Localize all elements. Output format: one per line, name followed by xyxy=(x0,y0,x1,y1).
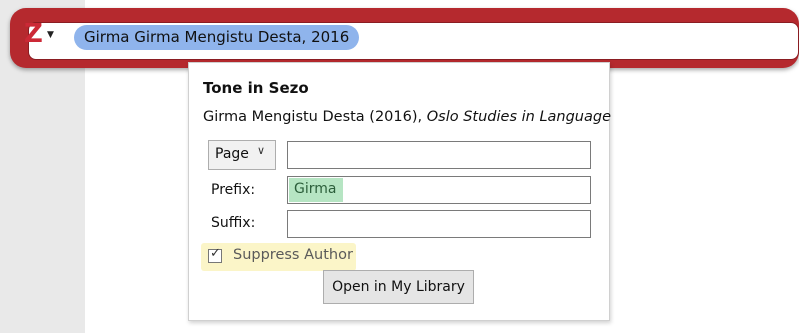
item-title: Tone in Sezo xyxy=(203,79,309,97)
open-in-library-button[interactable]: Open in My Library xyxy=(323,270,474,304)
citation-journal: Oslo Studies in Language xyxy=(426,109,612,125)
citation-bubble[interactable]: Girma Girma Mengistu Desta, 2016 xyxy=(74,25,360,50)
caret-down-icon: ▼ xyxy=(47,30,54,40)
zotero-logo-icon: Z xyxy=(24,19,43,49)
item-citation: Girma Mengistu Desta (2016), Oslo Studie… xyxy=(203,109,611,125)
citation-properties-panel: Tone in Sezo Girma Mengistu Desta (2016)… xyxy=(188,62,611,321)
suppress-author-label[interactable]: Suppress Author xyxy=(233,247,353,263)
prefix-input-value: Girma xyxy=(294,181,337,197)
chevron-down-icon: ∨ xyxy=(257,144,266,157)
suffix-label: Suffix: xyxy=(211,215,256,231)
locator-type-value: Page xyxy=(215,146,249,162)
prefix-label: Prefix: xyxy=(211,182,256,198)
suffix-input[interactable] xyxy=(287,210,591,238)
locator-input[interactable] xyxy=(287,141,591,169)
citation-author-year: Girma Mengistu Desta (2016), xyxy=(203,109,427,125)
suppress-author-checkbox[interactable]: ✓ xyxy=(208,246,222,263)
prefix-input[interactable]: Girma xyxy=(287,176,591,204)
screenshot-stage: Z ▼ Girma Girma Mengistu Desta, 2016 Ton… xyxy=(0,0,799,333)
zotero-menu-button[interactable]: Z ▼ xyxy=(22,19,66,49)
locator-type-select[interactable]: Page ∨ xyxy=(208,140,276,170)
checkmark-icon: ✓ xyxy=(210,246,221,261)
